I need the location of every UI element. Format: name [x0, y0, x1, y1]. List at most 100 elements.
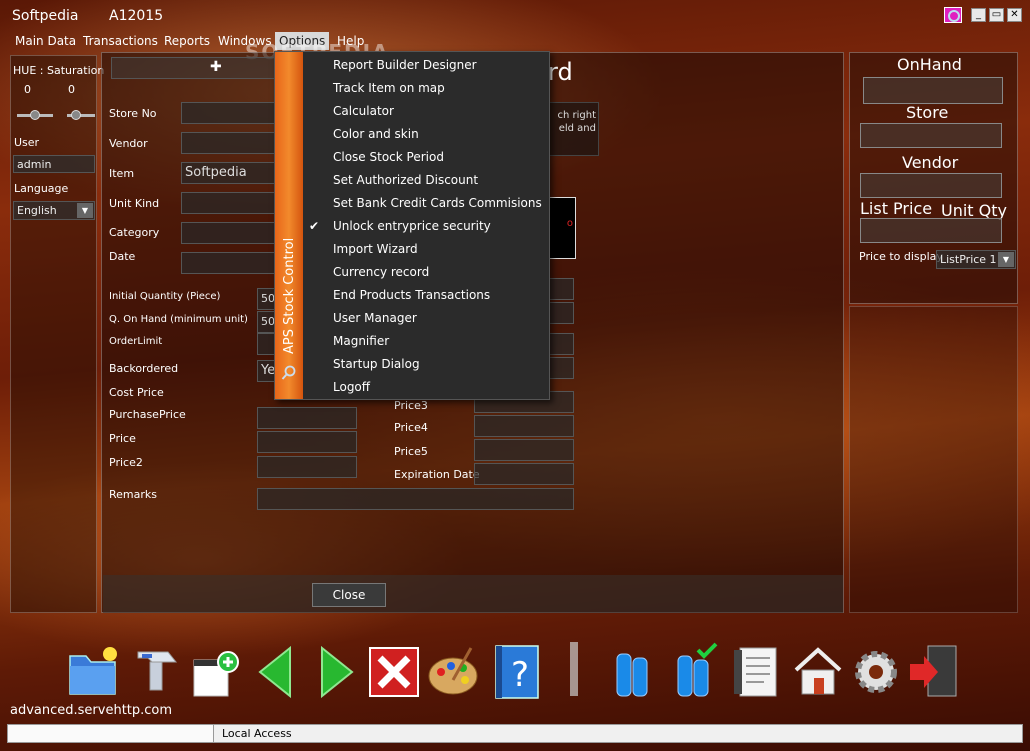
- price-field[interactable]: [257, 431, 357, 453]
- category-field[interactable]: [181, 222, 277, 244]
- site-address: advanced.servehttp.com: [10, 703, 173, 718]
- menu-item-track-item-on-map[interactable]: Track Item on map: [333, 77, 445, 100]
- report-document-icon[interactable]: [728, 640, 784, 700]
- unit-kind-field[interactable]: [181, 192, 277, 214]
- close-button[interactable]: Close: [312, 583, 386, 607]
- price-to-display-select[interactable]: ListPrice 1 ▼: [936, 250, 1016, 269]
- add-document-icon[interactable]: [188, 640, 244, 700]
- user-field[interactable]: admin: [13, 155, 95, 173]
- price-to-display-value: ListPrice 1: [940, 253, 997, 266]
- item-image-box[interactable]: o: [548, 197, 576, 259]
- open-folder-icon[interactable]: [66, 640, 122, 700]
- menu-item-report-builder-designer[interactable]: Report Builder Designer: [333, 54, 477, 77]
- magnifier-app-icon[interactable]: [944, 7, 962, 23]
- right-field-2[interactable]: [548, 302, 574, 324]
- right-field-4[interactable]: [548, 357, 574, 379]
- hint-line-2: eld and: [558, 123, 596, 134]
- menu-main-data[interactable]: Main Data: [11, 32, 80, 50]
- language-value: English: [17, 204, 57, 217]
- vendor-label: Vendor: [109, 137, 148, 150]
- forward-arrow-icon[interactable]: [308, 640, 364, 700]
- menu-reports[interactable]: Reports: [160, 32, 214, 50]
- magnifier-icon: [281, 365, 296, 380]
- store-box: [860, 123, 1002, 148]
- chevron-down-icon[interactable]: ▼: [77, 203, 93, 218]
- minimize-button[interactable]: _: [971, 8, 986, 22]
- exit-door-icon[interactable]: [906, 640, 962, 700]
- menu-bar: Main Data Transactions Reports Windows O…: [0, 32, 1030, 50]
- menu-side-title: APS Stock Control: [282, 237, 297, 354]
- menu-side-strip: APS Stock Control: [275, 52, 303, 399]
- remarks-field[interactable]: [257, 488, 574, 510]
- app-name: Softpedia: [12, 8, 79, 24]
- expiration-date-label: Expiration Date: [394, 468, 480, 481]
- saturation-slider-knob[interactable]: [71, 110, 81, 120]
- dialog-footer: [103, 575, 843, 613]
- purchase-price-field[interactable]: [257, 407, 357, 429]
- remarks-label: Remarks: [109, 488, 157, 501]
- vendor-field[interactable]: [181, 132, 277, 154]
- price2-field[interactable]: [257, 456, 357, 478]
- menu-item-set-bank-credit-cards-commisions[interactable]: Set Bank Credit Cards Commisions: [333, 192, 542, 215]
- image-marker: o: [566, 218, 573, 229]
- expiration-date-field[interactable]: [474, 463, 574, 485]
- right-field-1[interactable]: [548, 278, 574, 300]
- item-field[interactable]: Softpedia: [181, 162, 277, 184]
- menu-item-import-wizard[interactable]: Import Wizard: [333, 238, 418, 261]
- hue-slider-knob[interactable]: [30, 110, 40, 120]
- menu-item-magnifier[interactable]: Magnifier: [333, 330, 389, 353]
- maximize-button[interactable]: ▭: [989, 8, 1004, 22]
- price5-field[interactable]: [474, 439, 574, 461]
- right-field-3[interactable]: [548, 333, 574, 355]
- add-icon[interactable]: ✚: [210, 59, 222, 75]
- back-arrow-icon[interactable]: [250, 640, 306, 700]
- price4-field[interactable]: [474, 415, 574, 437]
- form-heading: rd: [548, 58, 573, 86]
- svg-text:?: ?: [511, 655, 529, 695]
- store-no-field[interactable]: [181, 102, 277, 124]
- settings-gear-icon[interactable]: [848, 640, 904, 700]
- close-window-button[interactable]: ✕: [1007, 8, 1022, 22]
- toolbar-separator: [570, 642, 578, 696]
- help-book-icon[interactable]: ?: [490, 640, 546, 700]
- palette-icon[interactable]: [425, 640, 481, 700]
- menu-transactions[interactable]: Transactions: [79, 32, 162, 50]
- price4-label: Price4: [394, 421, 428, 434]
- right-panel-lower: [849, 306, 1018, 613]
- price3-label: Price3: [394, 399, 428, 412]
- language-select[interactable]: English ▼: [13, 201, 95, 220]
- store-no-label: Store No: [109, 107, 157, 120]
- price5-label: Price5: [394, 445, 428, 458]
- home-icon[interactable]: [790, 640, 846, 700]
- price2-label: Price2: [109, 456, 143, 469]
- q-on-hand-label: Q. On Hand (minimum unit): [109, 314, 248, 325]
- left-panel: HUE : Saturation 0 0 User admin Language…: [10, 55, 104, 613]
- menu-item-startup-dialog[interactable]: Startup Dialog: [333, 353, 420, 376]
- title-bar: Softpedia A12015 _ ▭ ✕: [0, 0, 1030, 32]
- menu-item-close-stock-period[interactable]: Close Stock Period: [333, 146, 444, 169]
- hue-value: 0: [24, 83, 31, 96]
- bottles-icon[interactable]: [605, 640, 661, 700]
- barcode-scanner-icon[interactable]: [128, 640, 184, 700]
- menu-item-calculator[interactable]: Calculator: [333, 100, 394, 123]
- document-title: A12015: [109, 8, 164, 24]
- form-toolbar[interactable]: [111, 57, 281, 79]
- chevron-down-icon[interactable]: ▼: [998, 252, 1014, 267]
- menu-item-unlock-entryprice-security[interactable]: Unlock entryprice security: [333, 215, 491, 238]
- purchase-price-label: PurchasePrice: [109, 408, 186, 421]
- backordered-label: Backordered: [109, 362, 179, 375]
- menu-item-set-authorized-discount[interactable]: Set Authorized Discount: [333, 169, 478, 192]
- saturation-label: Saturation: [47, 64, 105, 77]
- menu-item-logoff[interactable]: Logoff: [333, 376, 370, 399]
- vendor-label-right: Vendor: [902, 153, 959, 172]
- initial-quantity-label: Initial Quantity (Piece): [109, 291, 221, 302]
- menu-item-color-and-skin[interactable]: Color and skin: [333, 123, 419, 146]
- status-bar: Local Access: [7, 724, 1023, 743]
- date-field[interactable]: [181, 252, 277, 274]
- bottles-check-icon[interactable]: [668, 640, 724, 700]
- delete-icon[interactable]: [366, 640, 422, 700]
- menu-item-user-manager[interactable]: User Manager: [333, 307, 417, 330]
- menu-item-currency-record[interactable]: Currency record: [333, 261, 429, 284]
- menu-item-end-products-transactions[interactable]: End Products Transactions: [333, 284, 490, 307]
- category-label: Category: [109, 226, 160, 239]
